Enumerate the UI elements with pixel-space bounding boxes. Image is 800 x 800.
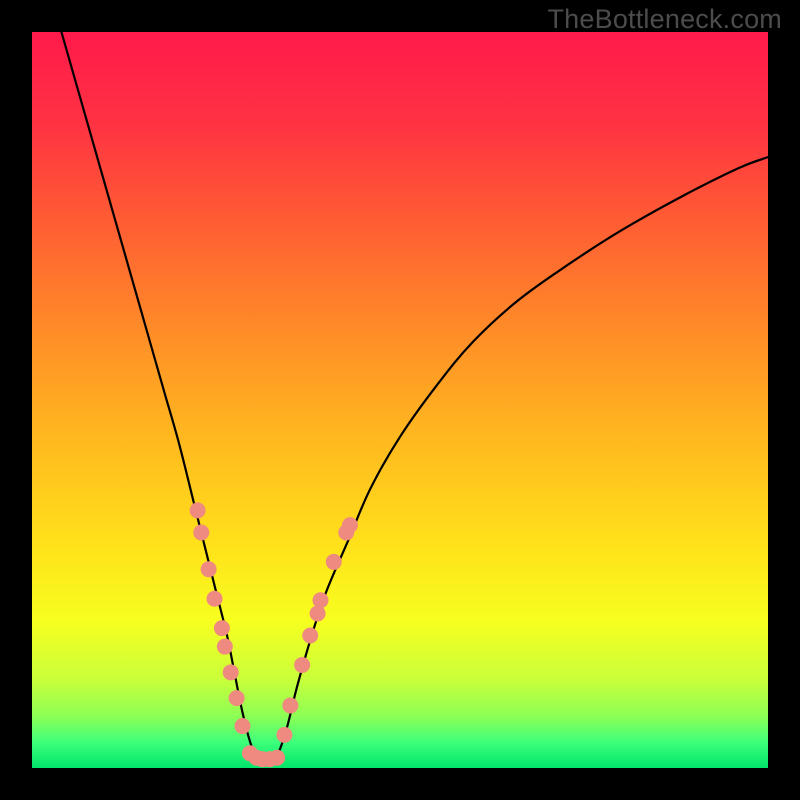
marker-dot xyxy=(302,628,318,644)
marker-dot xyxy=(223,664,239,680)
marker-dot xyxy=(282,697,298,713)
chart-frame: TheBottleneck.com xyxy=(0,0,800,800)
marker-dot xyxy=(207,591,223,607)
marker-dot xyxy=(326,554,342,570)
marker-dot xyxy=(217,639,233,655)
chart-svg xyxy=(32,32,768,768)
marker-dot xyxy=(214,620,230,636)
watermark-text: TheBottleneck.com xyxy=(547,4,782,35)
marker-dot xyxy=(190,502,206,518)
marker-dot xyxy=(269,750,285,766)
marker-dot xyxy=(313,592,329,608)
marker-dot xyxy=(276,727,292,743)
marker-dot xyxy=(201,561,217,577)
marker-dot xyxy=(342,517,358,533)
marker-dot xyxy=(193,524,209,540)
plot-area xyxy=(32,32,768,768)
marker-dot xyxy=(310,605,326,621)
marker-dot xyxy=(229,690,245,706)
gradient-background xyxy=(32,32,768,768)
marker-dot xyxy=(294,657,310,673)
marker-dot xyxy=(234,718,250,734)
